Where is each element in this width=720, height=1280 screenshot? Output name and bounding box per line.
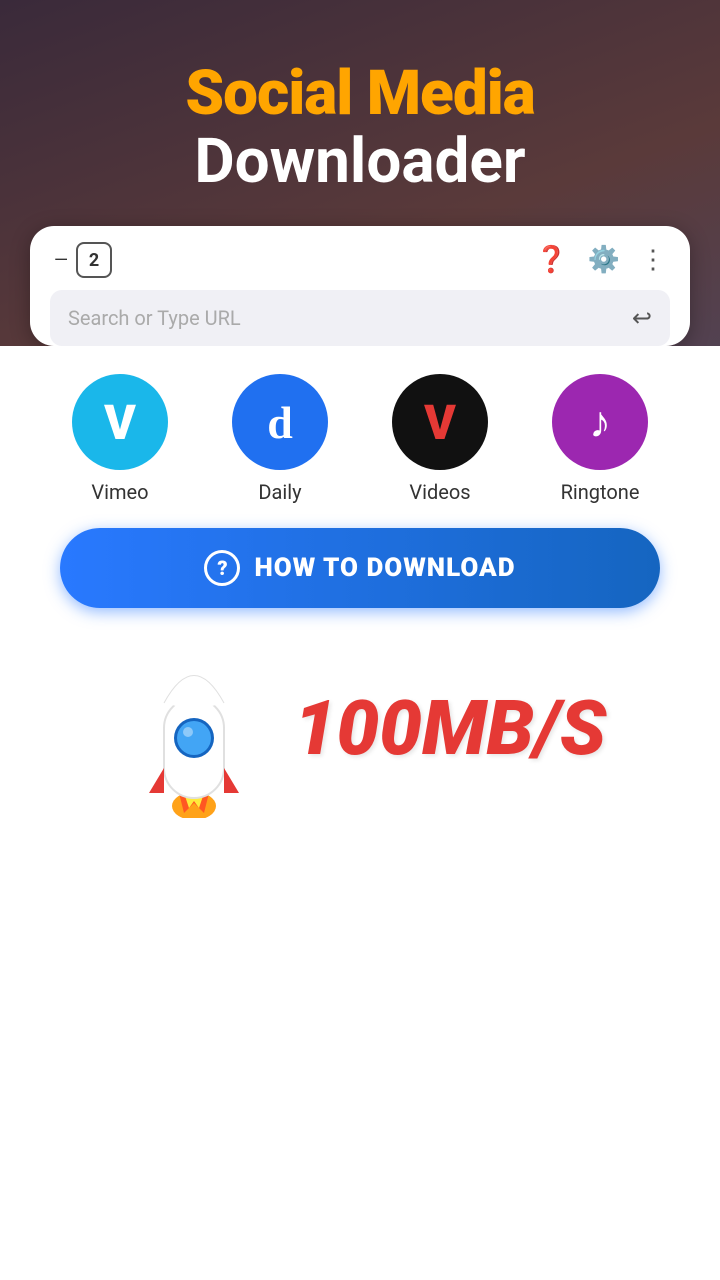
vimeo-letter: V [104,394,136,451]
vimeo-icon: V [72,374,168,470]
daily-icon: d [232,374,328,470]
tab-count-box[interactable]: 2 [76,242,112,278]
speed-section: 100MB/S [30,608,690,838]
speed-value: 100MB/S [294,690,606,766]
ringtone-icon: ♪ [552,374,648,470]
music-note-icon: ♪ [589,396,611,448]
title-section: Social Media Downloader [185,0,534,196]
videos-letter: V [424,394,456,451]
settings-icon[interactable]: ⚙️ [588,245,620,275]
toolbar-icons: ❓ ⚙️ ⋮ [535,245,666,275]
title-line2: Downloader [185,128,534,196]
ringtone-label: Ringtone [561,480,640,504]
how-to-btn-label: HOW TO DOWNLOAD [254,553,515,583]
app-item-videos[interactable]: V Videos [392,374,488,504]
app-grid: V Vimeo d Daily V Videos ♪ Rin [30,346,690,514]
tab-indicator: — 2 [54,242,112,278]
search-placeholder: Search or Type URL [68,306,632,330]
vimeo-label: Vimeo [91,480,148,504]
daily-letter: d [267,396,293,449]
rocket-svg [114,638,274,818]
tab-dash: — [54,250,68,271]
tab-count: 2 [89,250,99,271]
app-item-vimeo[interactable]: V Vimeo [72,374,168,504]
videos-icon: V [392,374,488,470]
app-item-daily[interactable]: d Daily [232,374,328,504]
more-options-icon[interactable]: ⋮ [640,245,666,275]
browser-card: — 2 ❓ ⚙️ ⋮ Search or Type URL ↩ [30,226,690,346]
question-icon: ? [204,550,240,586]
how-to-download-button[interactable]: ? HOW TO DOWNLOAD [60,528,660,608]
app-item-ringtone[interactable]: ♪ Ringtone [552,374,648,504]
search-bar[interactable]: Search or Type URL ↩ [50,290,670,346]
title-line1: Social Media [185,60,534,128]
videos-label: Videos [409,480,470,504]
daily-label: Daily [258,480,301,504]
enter-icon: ↩ [632,304,652,332]
help-icon[interactable]: ❓ [535,245,567,275]
main-content: Social Media Downloader — 2 ❓ ⚙️ ⋮ Searc… [0,0,720,1280]
browser-toolbar: — 2 ❓ ⚙️ ⋮ [50,242,670,278]
white-section: V Vimeo d Daily V Videos ♪ Rin [0,346,720,1280]
rocket-icon [114,638,294,818]
